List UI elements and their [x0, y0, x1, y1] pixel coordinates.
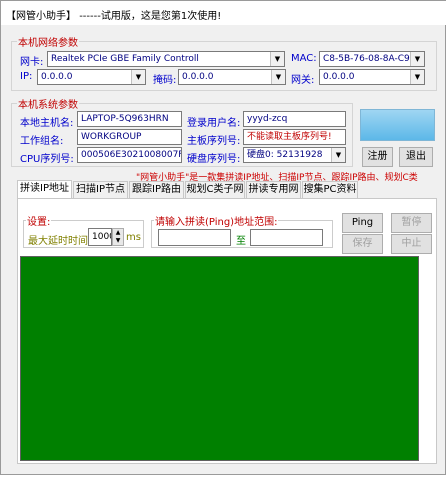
mac-select[interactable]: C8-5B-76-08-8A-C9 ▼: [319, 51, 425, 67]
exit-button[interactable]: 退出: [399, 147, 433, 167]
register-button[interactable]: 注册: [362, 147, 393, 167]
chevron-down-icon[interactable]: ▼: [271, 70, 285, 84]
title-trial-notice: ------试用版，这是您第1次使用!: [79, 11, 222, 22]
mask-value: 0.0.0.0: [182, 72, 214, 82]
chevron-down-icon[interactable]: ▼: [131, 70, 145, 84]
mask-select[interactable]: 0.0.0.0 ▼: [178, 69, 286, 85]
system-params-title: 本机系统参数: [17, 96, 79, 111]
workgroup-field[interactable]: WORKGROUP: [77, 129, 182, 145]
board-serial-field[interactable]: 不能读取主板序列号!: [243, 129, 346, 145]
disk-serial-value: 硬盘0: 52131928: [247, 150, 323, 160]
hostname-label: 本地主机名:: [20, 118, 74, 129]
output-area[interactable]: [20, 256, 419, 461]
range-title: 请输入拼读(Ping)地址范围:: [154, 213, 279, 228]
settings-title: 设置:: [26, 213, 52, 228]
tab-subnet[interactable]: 规划C类子网: [185, 181, 245, 198]
title-app-name: 【网管小助手】: [6, 11, 76, 22]
board-serial-label: 主板序列号:: [187, 136, 241, 147]
ip-select[interactable]: 0.0.0.0 ▼: [37, 69, 146, 85]
pause-button[interactable]: 暂停: [391, 213, 432, 233]
max-delay-spinner[interactable]: ▲ ▼: [112, 228, 124, 246]
login-user-label: 登录用户名:: [187, 118, 241, 129]
range-end-input[interactable]: [250, 229, 323, 246]
window-title: 【网管小助手】 ------试用版，这是您第1次使用!: [6, 7, 221, 22]
gateway-label: 网关:: [291, 75, 315, 86]
tab-private-net[interactable]: 拼读专用网: [246, 181, 301, 198]
nic-value: Realtek PCIe GBE Family Controll: [51, 54, 199, 64]
cpu-serial-label: CPU序列号:: [20, 154, 74, 165]
network-params-title: 本机网络参数: [17, 34, 79, 49]
nic-select[interactable]: Realtek PCIe GBE Family Controll ▼: [47, 51, 285, 67]
save-button[interactable]: 保存: [342, 234, 383, 254]
chevron-up-icon[interactable]: ▲: [113, 229, 123, 237]
app-window: 【网管小助手】 ------试用版，这是您第1次使用! 本机网络参数 网卡: R…: [0, 0, 447, 475]
tab-trace-route[interactable]: 跟踪IP路由: [129, 181, 184, 198]
disk-serial-select[interactable]: 硬盘0: 52131928 ▼: [243, 147, 346, 163]
disk-serial-label: 硬盘序列号:: [187, 154, 241, 165]
title-bar: 【网管小助手】 ------试用版，这是您第1次使用!: [1, 1, 447, 25]
range-start-input[interactable]: [158, 229, 231, 246]
tab-pc-info[interactable]: 搜集PC资料: [302, 181, 358, 198]
max-delay-label: 最大延时时间: [28, 236, 88, 247]
mac-value: C8-5B-76-08-8A-C9: [323, 54, 410, 64]
delay-unit-label: ms: [126, 232, 141, 243]
ip-value: 0.0.0.0: [41, 72, 73, 82]
login-user-field[interactable]: yyyd-zcq: [243, 111, 346, 127]
chevron-down-icon[interactable]: ▼: [270, 52, 284, 66]
range-to-label: 至: [236, 236, 246, 247]
chevron-down-icon[interactable]: ▼: [410, 70, 424, 84]
hostname-field[interactable]: LAPTOP-5Q963HRN: [77, 111, 182, 127]
workgroup-label: 工作组名:: [20, 136, 64, 147]
gateway-select[interactable]: 0.0.0.0 ▼: [319, 69, 425, 85]
max-delay-input[interactable]: 1000: [88, 228, 112, 246]
ip-label: IP:: [20, 71, 33, 82]
stop-button[interactable]: 中止: [391, 234, 432, 254]
chevron-down-icon[interactable]: ▼: [410, 52, 424, 66]
tab-ping-ip[interactable]: 拼读IP地址: [17, 180, 72, 199]
nic-label: 网卡:: [20, 57, 44, 68]
ping-button[interactable]: Ping: [342, 213, 383, 233]
mac-label: MAC:: [291, 53, 317, 64]
tab-scan-ip[interactable]: 扫描IP节点: [73, 181, 128, 198]
gateway-value: 0.0.0.0: [323, 72, 355, 82]
chevron-down-icon[interactable]: ▼: [113, 237, 123, 245]
cpu-serial-field[interactable]: 000506E3021008007F: [77, 147, 182, 163]
banner-panel: [360, 109, 435, 141]
chevron-down-icon[interactable]: ▼: [331, 148, 345, 162]
mask-label: 掩码:: [153, 75, 177, 86]
